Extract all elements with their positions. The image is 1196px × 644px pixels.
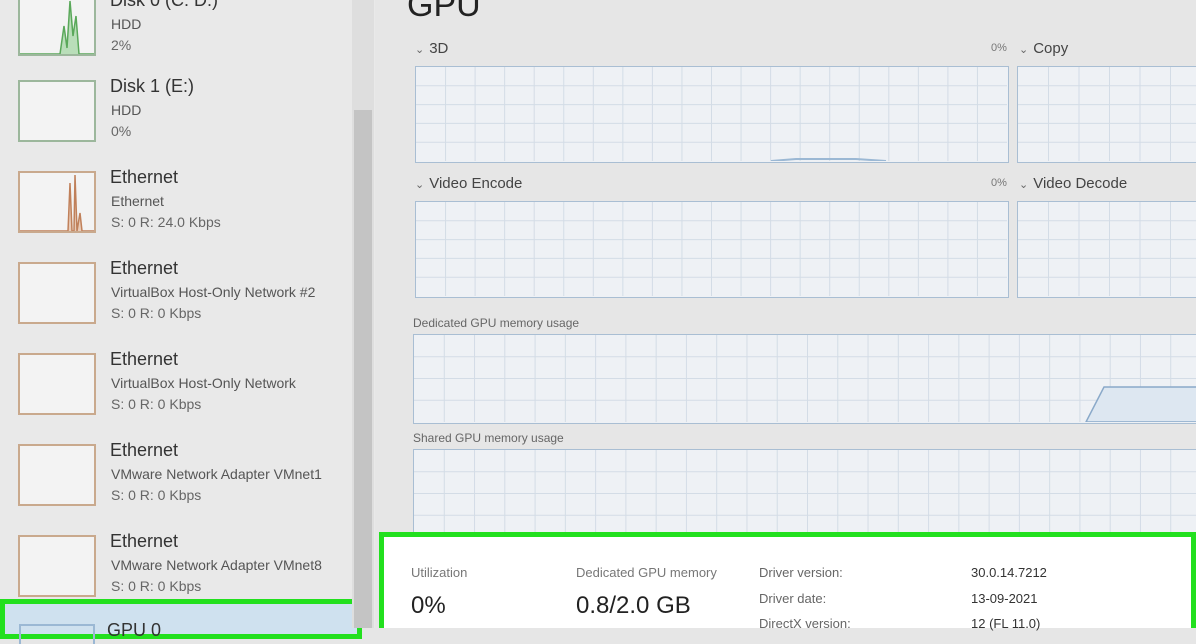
- dedicated-memory-value: 0.8/2.0 GB: [576, 592, 691, 619]
- sidebar-item-value: S: 0 R: 0 Kbps: [111, 487, 202, 503]
- graph-shared-gpu-memory: [413, 449, 1196, 539]
- dedicated-memory-label: Dedicated GPU memory: [576, 565, 717, 580]
- sidebar-scrollbar[interactable]: [352, 0, 374, 628]
- sidebar-item-name: Ethernet: [110, 349, 179, 369]
- sidebar-item-ethernet[interactable]: Ethernet VMware Network Adapter VMnet1 S…: [0, 434, 352, 524]
- graph-label: Shared GPU memory usage: [413, 431, 564, 445]
- gpu0-thumbnail-graph: [19, 624, 95, 644]
- sidebar: Disk 0 (C: D:) HDD 2% Disk 1 (E:) HDD 0%…: [0, 0, 375, 644]
- chevron-down-icon: ⌄: [415, 44, 425, 56]
- ethernet-thumbnail-graph: [18, 444, 96, 506]
- sidebar-item-sub: VMware Network Adapter VMnet1: [111, 466, 322, 482]
- sidebar-item-name: GPU 0: [107, 620, 162, 640]
- sidebar-item-sub: HDD: [111, 16, 142, 32]
- driver-date-label: Driver date:: [759, 591, 827, 606]
- sidebar-item-disk1[interactable]: Disk 1 (E:) HDD 0%: [0, 70, 352, 160]
- gridlines: [1018, 202, 1196, 296]
- graph-selector-3d[interactable]: ⌄ 3D: [415, 40, 448, 57]
- gridlines: [414, 335, 1196, 422]
- disk1-thumbnail-graph: [18, 80, 96, 142]
- ethernet-thumbnail-graph: [18, 535, 96, 597]
- ethernet-thumbnail-graph: [18, 353, 96, 415]
- ethernet-activity-icon: [20, 174, 94, 231]
- graph-percent: 0%: [991, 177, 1007, 189]
- sidebar-item-value: 0%: [111, 123, 132, 139]
- directx-version-value: 12 (FL 11.0): [971, 616, 1041, 631]
- sidebar-item-name: Ethernet: [110, 531, 179, 551]
- directx-version-label: DirectX version:: [759, 616, 851, 631]
- sidebar-item-sub: HDD: [111, 102, 142, 118]
- graph-video-encode: [415, 201, 1009, 298]
- utilization-value: 0%: [411, 592, 446, 619]
- grid: [414, 450, 1196, 537]
- gridlines: [1018, 67, 1196, 161]
- ethernet-thumbnail-graph: [18, 171, 96, 233]
- sidebar-item-name: Disk 0 (C: D:): [110, 0, 218, 10]
- scrollbar-thumb[interactable]: [354, 110, 372, 628]
- sidebar-item-ethernet[interactable]: Ethernet Ethernet S: 0 R: 24.0 Kbps: [0, 161, 352, 251]
- disk0-activity-icon: [20, 0, 94, 54]
- sidebar-item-sub: VirtualBox Host-Only Network #2: [111, 284, 316, 300]
- utilization-label: Utilization: [411, 565, 468, 580]
- graph-label: Video Decode: [1033, 175, 1128, 192]
- grid: [1018, 67, 1196, 161]
- grid: [416, 67, 1007, 161]
- graph-label: Dedicated GPU memory usage: [413, 316, 580, 330]
- sidebar-item-name: Disk 1 (E:): [110, 76, 195, 96]
- sidebar-item-value: S: 0 R: 24.0 Kbps: [111, 214, 221, 230]
- grid: [1018, 202, 1196, 296]
- graph-percent: 0%: [991, 42, 1007, 54]
- ethernet-thumbnail-graph: [18, 262, 96, 324]
- gridlines: [416, 67, 1007, 161]
- sidebar-item-name: Ethernet: [110, 167, 179, 187]
- gpu-details-panel: Utilization 0% Dedicated GPU memory 0.8/…: [379, 532, 1196, 631]
- sidebar-item-ethernet[interactable]: Ethernet VirtualBox Host-Only Network S:…: [0, 343, 352, 433]
- graph-selector-video-encode[interactable]: ⌄ Video Encode: [415, 175, 522, 192]
- chevron-down-icon: ⌄: [415, 179, 425, 191]
- page-title: GPU: [407, 0, 481, 24]
- gridlines: [414, 450, 1196, 537]
- graph-label: 3D: [429, 40, 449, 57]
- sidebar-item-sub: VMware Network Adapter VMnet8: [111, 557, 322, 573]
- sidebar-item-disk0[interactable]: Disk 0 (C: D:) HDD 2%: [0, 0, 352, 74]
- chevron-down-icon: ⌄: [1019, 44, 1029, 56]
- sidebar-item-value: S: 0 R: 0 Kbps: [111, 396, 202, 412]
- sidebar-item-ethernet[interactable]: Ethernet VirtualBox Host-Only Network #2…: [0, 252, 352, 342]
- graph-label: Video Encode: [429, 175, 523, 192]
- disk0-thumbnail-graph: [18, 0, 96, 56]
- gridlines: [416, 202, 1007, 296]
- sidebar-item-sub: Ethernet: [111, 193, 164, 209]
- sidebar-item-value: S: 0 R: 0 Kbps: [111, 305, 202, 321]
- graph-selector-video-decode[interactable]: ⌄ Video Decode: [1019, 175, 1127, 192]
- graph-3d: [415, 66, 1009, 163]
- graph-dedicated-gpu-memory: [413, 334, 1196, 424]
- graph-selector-copy[interactable]: ⌄ Copy: [1019, 40, 1068, 57]
- driver-version-value: 30.0.14.7212: [971, 565, 1047, 580]
- sidebar-item-name: Ethernet: [110, 440, 179, 460]
- graph-video-decode: [1017, 201, 1196, 298]
- sidebar-item-sub: VirtualBox Host-Only Network: [111, 375, 296, 391]
- graph-copy: [1017, 66, 1196, 163]
- driver-date-value: 13-09-2021: [971, 591, 1038, 606]
- grid: [414, 335, 1196, 422]
- sidebar-item-gpu0[interactable]: GPU 0: [0, 599, 362, 644]
- sidebar-item-name: Ethernet: [110, 258, 179, 278]
- driver-version-label: Driver version:: [759, 565, 843, 580]
- grid: [416, 202, 1007, 296]
- chevron-down-icon: ⌄: [1019, 179, 1029, 191]
- graph-label: Copy: [1033, 40, 1069, 57]
- sidebar-item-value: S: 0 R: 0 Kbps: [111, 578, 202, 594]
- sidebar-item-value: 2%: [111, 37, 132, 53]
